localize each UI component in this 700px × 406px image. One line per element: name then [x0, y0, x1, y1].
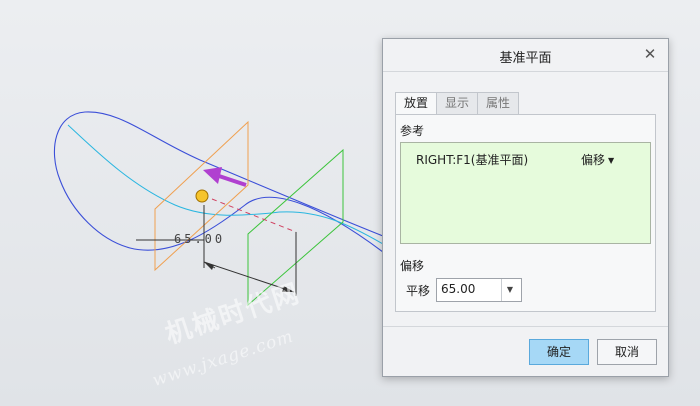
constraint-dropdown[interactable]: 偏移 ▼ — [581, 151, 614, 168]
tab-display[interactable]: 显示 — [436, 92, 479, 114]
tab-strip: 放置 显示 属性 — [395, 92, 520, 115]
references-label: 参考 — [400, 124, 425, 138]
drag-handle — [195, 189, 209, 203]
chevron-down-icon[interactable]: ▼ — [501, 279, 518, 301]
tab-placement[interactable]: 放置 — [395, 92, 438, 115]
translation-row: 平移 ▼ — [400, 278, 522, 302]
dialog-titlebar[interactable]: 基准平面 ✕ — [383, 39, 668, 72]
translation-label: 平移 — [405, 283, 430, 298]
chevron-down-icon: ▼ — [608, 156, 615, 165]
cancel-button[interactable]: 取消 — [597, 339, 657, 365]
dimension-value[interactable]: 65.00 — [174, 232, 225, 246]
ok-button[interactable]: 确定 — [529, 339, 589, 365]
sketch-curve-outer — [53, 111, 384, 253]
close-icon[interactable]: ✕ — [642, 45, 658, 63]
offset-section-label: 偏移 — [400, 259, 425, 273]
tab-properties[interactable]: 属性 — [477, 92, 520, 114]
placement-panel: 参考 RIGHT:F1(基准平面) 偏移▼ 偏移 平移 ▼ — [395, 114, 656, 312]
references-collector[interactable]: RIGHT:F1(基准平面) 偏移 ▼ — [400, 142, 651, 244]
translation-input[interactable] — [437, 279, 501, 299]
reference-item[interactable]: RIGHT:F1(基准平面) — [416, 151, 528, 168]
translation-combobox[interactable]: ▼ — [436, 278, 522, 302]
dialog-footer: 确定 取消 — [383, 326, 668, 365]
constraint-label: 偏移 — [581, 153, 606, 167]
dialog-title: 基准平面 — [499, 51, 552, 66]
datum-plane-dialog: 基准平面 ✕ 放置 显示 属性 参考 RIGHT:F1(基准平面) 偏移 ▼ 偏移… — [382, 38, 669, 377]
drag-direction-arrow — [215, 173, 247, 187]
